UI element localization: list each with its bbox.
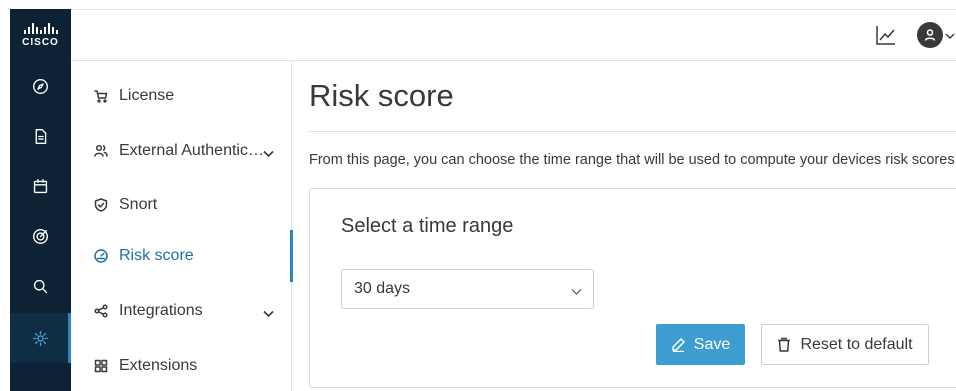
cisco-logo-text: CISCO — [22, 37, 59, 48]
chevron-down-icon — [571, 284, 582, 295]
card-title: Select a time range — [341, 215, 514, 237]
gauge-icon — [94, 249, 108, 263]
title-divider — [309, 131, 956, 132]
rail-item-reports[interactable] — [10, 111, 71, 161]
subnav-item-label: Extensions — [119, 357, 198, 374]
rail-item-dashboard[interactable] — [10, 61, 71, 111]
time-range-select-value: 30 days — [354, 280, 411, 297]
users-icon — [94, 144, 108, 158]
grid-icon — [94, 359, 108, 373]
compass-icon — [33, 78, 48, 94]
subnav-item-label: License — [119, 87, 175, 104]
subnav-item-license[interactable]: License — [71, 74, 292, 118]
chart-button[interactable] — [875, 24, 897, 46]
subnav-item-label: Snort — [119, 196, 158, 213]
app-rail: CISCO — [10, 9, 71, 391]
subnav-item-integrations[interactable]: Integrations — [71, 289, 292, 333]
cisco-logo[interactable]: CISCO — [10, 9, 71, 61]
settings-subnav: License External Authentic… Snort Risk s… — [71, 61, 293, 391]
top-bar — [71, 9, 956, 61]
rail-item-search[interactable] — [10, 261, 71, 311]
document-icon — [35, 128, 47, 144]
subnav-item-snort[interactable]: Snort — [71, 183, 292, 227]
rail-item-settings[interactable] — [10, 313, 71, 363]
save-button-label: Save — [693, 335, 731, 353]
search-icon — [33, 279, 48, 293]
chevron-down-icon[interactable] — [263, 306, 274, 317]
cart-icon — [94, 89, 108, 103]
subnav-item-extensions[interactable]: Extensions — [71, 344, 292, 388]
cisco-logo-bars — [23, 22, 58, 34]
chart-icon — [876, 26, 895, 45]
chevron-down-icon — [945, 33, 955, 39]
pencil-icon — [672, 337, 685, 352]
reset-button-label: Reset to default — [800, 335, 913, 353]
subnav-item-label: Integrations — [119, 302, 203, 319]
time-range-card: Select a time range 30 days Save Reset t… — [309, 188, 956, 388]
shield-icon — [94, 198, 108, 212]
page-description: From this page, you can choose the time … — [309, 152, 955, 168]
user-icon — [924, 29, 936, 41]
subnav-item-external-authentication[interactable]: External Authentic… — [71, 129, 292, 173]
subnav-item-risk-score[interactable]: Risk score — [71, 230, 293, 282]
reset-to-default-button[interactable]: Reset to default — [761, 324, 929, 365]
user-menu-chevron[interactable] — [945, 28, 955, 39]
calendar-icon — [33, 178, 48, 193]
rail-item-calendar[interactable] — [10, 161, 71, 211]
save-button[interactable]: Save — [656, 324, 745, 365]
page-title: Risk score — [309, 78, 454, 113]
chevron-down-icon[interactable] — [263, 146, 274, 157]
time-range-select[interactable]: 30 days — [341, 269, 594, 309]
gear-icon — [33, 330, 48, 346]
rail-item-targets[interactable] — [10, 211, 71, 261]
user-avatar[interactable] — [917, 22, 943, 48]
trash-icon — [778, 337, 791, 352]
share-icon — [94, 304, 108, 318]
target-icon — [33, 228, 48, 244]
subnav-item-label: Risk score — [119, 247, 194, 264]
subnav-item-label: External Authentic… — [119, 142, 264, 159]
